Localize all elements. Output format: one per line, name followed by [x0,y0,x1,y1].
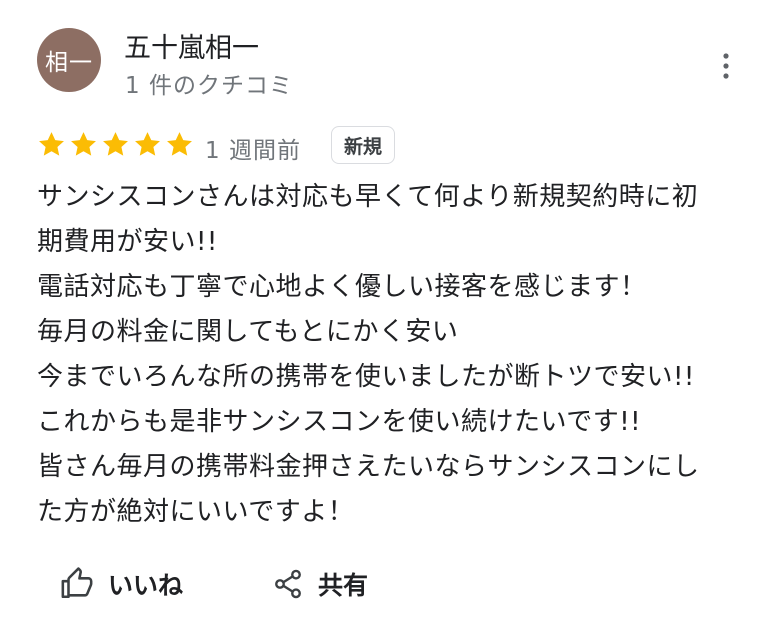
more-options-button[interactable] [714,46,738,86]
share-label: 共有 [318,571,369,600]
review-text: サンシスコンさんは対応も早くて何より新規契約時に初 期費用が安い!! 電話対応も… [37,182,700,527]
thumb-up-icon [61,567,93,599]
star-icon [135,132,160,156]
star-rating [37,130,194,159]
star-icon [103,132,128,156]
reviewer-name[interactable]: 五十嵐相一 [124,26,259,65]
star-icon [39,132,64,156]
new-badge: 新規 [331,126,396,164]
new-badge-label: 新規 [344,135,383,158]
like-button[interactable]: いいね [60,560,183,608]
like-label: いいね [108,571,184,600]
review-time: 1 週間前 [205,138,301,164]
avatar[interactable]: 相一 [37,28,101,92]
share-button[interactable]: 共有 [272,560,368,608]
reviewer-review-count: 1 件のクチコミ [125,73,293,99]
share-icon [275,569,301,599]
star-icon [167,132,192,156]
more-vert-icon [723,53,729,79]
star-icon [71,132,96,156]
avatar-initials: 相一 [45,50,93,76]
